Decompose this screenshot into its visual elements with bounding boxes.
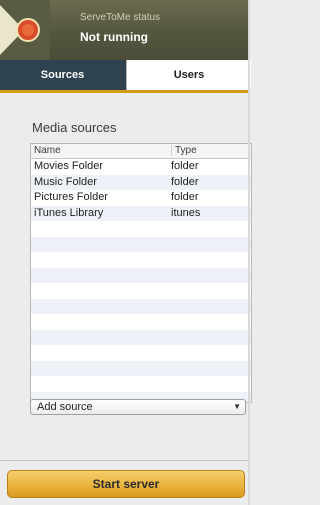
start-server-button[interactable]: Start server xyxy=(7,470,245,498)
media-sources-table[interactable]: Name Type Movies Folder folder Music Fol… xyxy=(30,143,252,403)
chevron-down-icon: ▼ xyxy=(233,402,241,411)
empty-row xyxy=(31,376,251,392)
table-row[interactable]: Music Folder folder xyxy=(31,174,251,190)
tab-users[interactable]: Users xyxy=(126,60,251,90)
servetome-logo-icon xyxy=(0,0,50,60)
table-row[interactable]: Pictures Folder folder xyxy=(31,190,251,206)
row-name: Movies Folder xyxy=(34,160,104,172)
tab-bar: Sources Users xyxy=(0,60,251,93)
empty-row xyxy=(31,283,251,299)
column-header-type[interactable]: Type xyxy=(171,145,197,156)
table-rows: Movies Folder folder Music Folder folder… xyxy=(31,159,251,402)
table-row[interactable]: Movies Folder folder xyxy=(31,159,251,175)
empty-row xyxy=(31,252,251,268)
empty-row xyxy=(31,329,251,345)
row-type: itunes xyxy=(171,206,201,219)
table-row[interactable]: iTunes Library itunes xyxy=(31,205,251,221)
row-type: folder xyxy=(171,160,199,172)
status-header: ServeToMe status Not running xyxy=(0,0,250,60)
status-value: Not running xyxy=(80,30,148,44)
row-name: Music Folder xyxy=(34,175,97,188)
bottom-divider xyxy=(0,460,250,461)
empty-row xyxy=(31,221,251,237)
empty-row xyxy=(31,360,251,376)
empty-row xyxy=(31,314,251,330)
sources-panel: Media sources Name Type Movies Folder fo… xyxy=(0,93,252,460)
window-edge xyxy=(248,0,250,505)
tab-sources[interactable]: Sources xyxy=(0,60,125,90)
status-title: ServeToMe status xyxy=(80,12,161,23)
row-name: Pictures Folder xyxy=(34,191,108,203)
row-type: folder xyxy=(171,191,199,203)
add-source-select[interactable]: Add source ▼ xyxy=(30,399,246,415)
row-type: folder xyxy=(171,175,199,188)
empty-row xyxy=(31,267,251,283)
row-name: iTunes Library xyxy=(34,206,104,219)
empty-row xyxy=(31,298,251,314)
empty-row xyxy=(31,345,251,361)
media-sources-title: Media sources xyxy=(32,120,117,135)
table-header: Name Type xyxy=(31,144,251,159)
column-header-name[interactable]: Name xyxy=(34,145,61,156)
empty-row xyxy=(31,236,251,252)
add-source-label: Add source xyxy=(37,401,93,413)
